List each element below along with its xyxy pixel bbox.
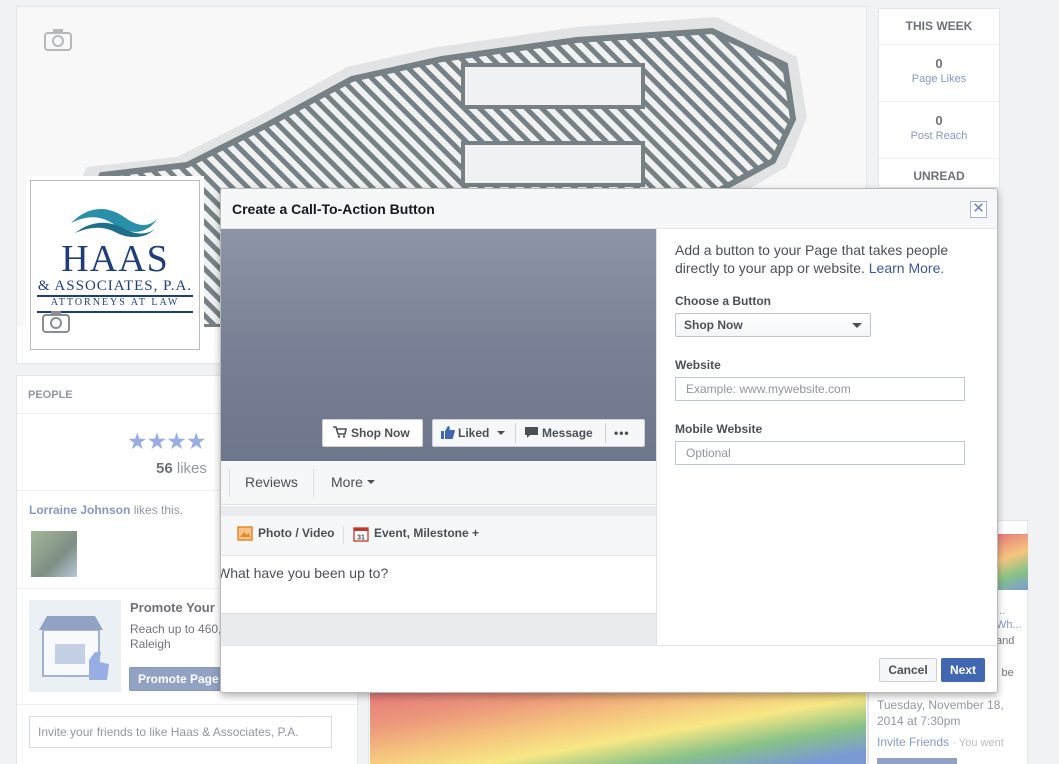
event-milestone-option[interactable]: 31 Event, Milestone + bbox=[353, 526, 479, 542]
message-icon bbox=[525, 427, 538, 438]
chevron-down-icon bbox=[366, 480, 375, 484]
website-input[interactable] bbox=[675, 377, 965, 401]
status-prompt[interactable]: What have you been up to? bbox=[221, 565, 388, 581]
next-button[interactable]: Next bbox=[941, 658, 985, 682]
mobile-website-input[interactable] bbox=[675, 441, 965, 465]
learn-more-link[interactable]: Learn More. bbox=[869, 260, 944, 276]
choose-button-label: Choose a Button bbox=[675, 294, 771, 308]
preview-bottom bbox=[221, 613, 656, 645]
chevron-down-icon bbox=[496, 431, 505, 435]
divider bbox=[229, 469, 230, 497]
logo-tagline: ATTORNEYS AT LAW bbox=[50, 297, 180, 308]
divider bbox=[343, 526, 344, 544]
close-icon[interactable]: ✕ bbox=[970, 201, 987, 218]
preview-tabs: Reviews More bbox=[221, 461, 656, 505]
photo-video-option[interactable]: Photo / Video bbox=[237, 526, 334, 542]
cancel-button[interactable]: Cancel bbox=[879, 658, 937, 682]
photo-icon bbox=[237, 526, 253, 542]
message-button[interactable]: Message bbox=[525, 420, 593, 446]
call-to-action-dialog: Create a Call-To-Action Button ✕ Shop No… bbox=[220, 188, 998, 693]
logo-name: HAAS bbox=[61, 238, 169, 280]
calendar-icon: 31 bbox=[353, 527, 369, 542]
logo-waves-icon bbox=[71, 208, 157, 237]
cta-form: Add a button to your Page that takes peo… bbox=[675, 241, 975, 465]
intro-text: Add a button to your Page that takes peo… bbox=[675, 242, 949, 276]
preview-action-buttons: Liked Message ••• bbox=[432, 419, 645, 447]
logo-subtitle: & ASSOCIATES, P.A. bbox=[37, 278, 193, 294]
camera-icon[interactable] bbox=[41, 309, 71, 335]
dialog-footer: Cancel Next bbox=[221, 645, 997, 692]
mobile-website-label: Mobile Website bbox=[675, 422, 763, 436]
website-label: Website bbox=[675, 358, 721, 372]
svg-text:31: 31 bbox=[357, 535, 365, 542]
preview-composer-bar: Photo / Video 31 Event, Milestone + bbox=[221, 516, 656, 556]
divider bbox=[515, 423, 516, 443]
thumbs-up-icon bbox=[441, 426, 455, 439]
tab-reviews[interactable]: Reviews bbox=[245, 474, 298, 490]
cart-icon bbox=[333, 426, 347, 438]
more-options-button[interactable]: ••• bbox=[614, 420, 630, 446]
divider bbox=[605, 423, 606, 443]
divider bbox=[221, 506, 656, 516]
liked-button[interactable]: Liked bbox=[441, 420, 505, 446]
button-preview: Shop Now Liked Message ••• Reviews More … bbox=[221, 229, 657, 645]
dialog-title: Create a Call-To-Action Button bbox=[221, 189, 997, 229]
chevron-down-icon bbox=[852, 323, 862, 328]
button-type-select[interactable]: Shop Now bbox=[675, 313, 871, 337]
divider bbox=[313, 469, 314, 497]
preview-shop-now-button[interactable]: Shop Now bbox=[322, 419, 423, 447]
profile-picture[interactable]: HAAS & ASSOCIATES, P.A. ATTORNEYS AT LAW bbox=[30, 180, 200, 350]
tab-more[interactable]: More bbox=[331, 474, 375, 490]
